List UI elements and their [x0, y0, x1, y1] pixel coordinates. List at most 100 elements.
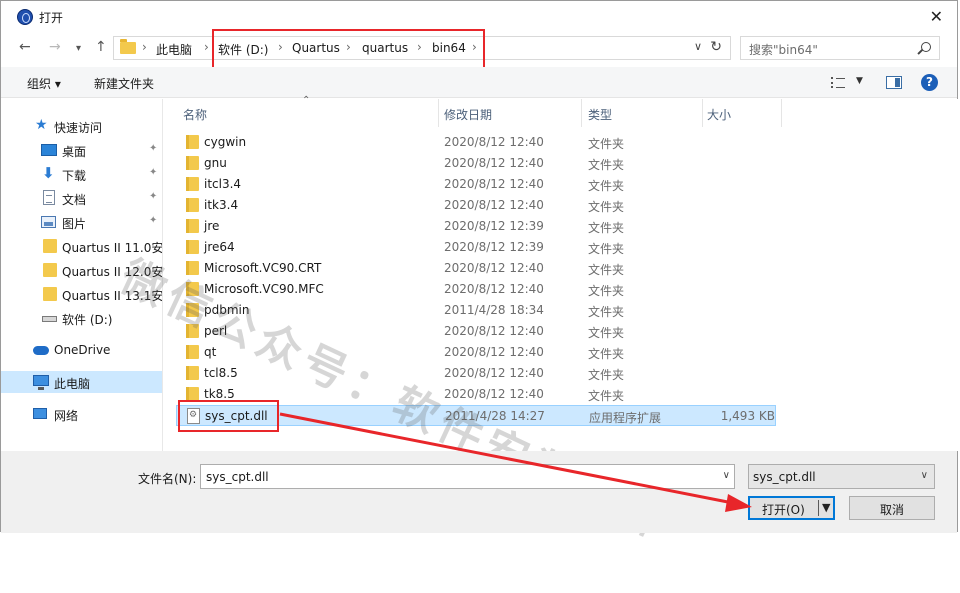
nav-item-drive-d[interactable]: 软件 (D:) — [1, 307, 162, 329]
nav-item-quick-access[interactable]: ★ 快速访问 — [1, 115, 162, 137]
nav-item-documents[interactable]: 文档 ✦ — [1, 187, 162, 209]
view-dropdown-icon[interactable]: ▼ — [856, 76, 863, 86]
file-type: 文件夹 — [588, 305, 625, 319]
pin-icon: ✦ — [149, 143, 158, 154]
nav-item-desktop[interactable]: 桌面 ✦ — [1, 139, 162, 161]
navigation-pane: ★ 快速访问 桌面 ✦ ⬇ 下载 ✦ 文档 ✦ 图片 ✦ Quartus II … — [1, 99, 163, 451]
search-placeholder: 搜索"bin64" — [749, 43, 818, 57]
table-row[interactable]: jre 2020/8/12 12:39 文件夹 — [176, 216, 776, 237]
organize-button[interactable]: 组织 ▾ — [27, 75, 61, 92]
star-icon: ★ — [35, 117, 48, 133]
folder-icon — [186, 156, 199, 170]
file-name: Microsoft.VC90.MFC — [204, 282, 324, 296]
app-icon — [17, 9, 33, 25]
recent-locations-chevron-icon[interactable]: ▾ — [76, 43, 81, 54]
column-header-name[interactable]: 名称 — [164, 99, 439, 127]
up-arrow-icon[interactable]: ↑ — [95, 39, 107, 55]
file-size: 1,493 KB — [720, 409, 775, 423]
folder-icon — [186, 282, 199, 296]
cancel-button[interactable]: 取消 — [849, 496, 935, 520]
window-title: 打开 — [39, 11, 64, 25]
table-row[interactable]: perl 2020/8/12 12:40 文件夹 — [176, 321, 776, 342]
table-row[interactable]: pdbmin 2011/4/28 18:34 文件夹 — [176, 300, 776, 321]
chevron-down-icon[interactable]: ∨ — [694, 40, 702, 53]
nav-item-downloads[interactable]: ⬇ 下载 ✦ — [1, 163, 162, 185]
chevron-down-icon[interactable]: ∨ — [723, 470, 730, 481]
file-name: cygwin — [204, 135, 247, 149]
open-file-dialog: 打开 ✕ ← → ▾ ↑ › 此电脑 › 软件 (D:) › Quartus ›… — [0, 0, 959, 551]
selected-file-annotation-box — [178, 400, 279, 432]
file-name: qt — [204, 345, 217, 359]
folder-icon — [186, 345, 199, 359]
command-toolbar: 组织 ▾ 新建文件夹 ▼ ? — [1, 67, 957, 98]
search-icon[interactable] — [921, 42, 931, 52]
file-date: 2011/4/28 14:27 — [445, 409, 545, 423]
column-label: 修改日期 — [444, 108, 493, 122]
file-type: 文件夹 — [588, 368, 625, 382]
pin-icon: ✦ — [149, 215, 158, 226]
nav-item-network[interactable]: 网络 — [1, 403, 162, 425]
folder-icon — [186, 177, 199, 191]
nav-label: 图片 — [62, 217, 87, 231]
file-date: 2020/8/12 12:40 — [444, 366, 544, 380]
column-separator[interactable] — [781, 99, 782, 127]
open-dropdown-icon[interactable]: ▼ — [822, 501, 830, 514]
nav-item-quartus-13[interactable]: Quartus II 13.1安装 — [1, 283, 162, 305]
table-row[interactable]: Microsoft.VC90.MFC 2020/8/12 12:40 文件夹 — [176, 279, 776, 300]
nav-label: Quartus II 12.0安装 — [62, 265, 162, 279]
back-arrow-icon[interactable]: ← — [19, 39, 31, 55]
table-row[interactable]: gnu 2020/8/12 12:40 文件夹 — [176, 153, 776, 174]
nav-item-this-pc[interactable]: 此电脑 — [1, 371, 162, 393]
column-header-size[interactable]: 大小 — [703, 99, 781, 127]
nav-label: 文档 — [62, 193, 87, 207]
table-row[interactable]: cygwin 2020/8/12 12:40 文件夹 — [176, 132, 776, 153]
chevron-down-icon[interactable]: ∨ — [921, 470, 928, 481]
desktop-icon — [41, 144, 57, 156]
table-row[interactable]: itk3.4 2020/8/12 12:40 文件夹 — [176, 195, 776, 216]
nav-label: 软件 (D:) — [62, 313, 113, 327]
file-date: 2020/8/12 12:40 — [444, 135, 544, 149]
view-options-icon[interactable] — [831, 77, 845, 88]
chevron-right-icon[interactable]: › — [142, 40, 147, 54]
filename-input[interactable]: sys_cpt.dll ∨ — [200, 464, 735, 489]
column-header-date[interactable]: 修改日期 — [439, 99, 582, 127]
nav-label: 桌面 — [62, 145, 87, 159]
help-icon[interactable]: ? — [921, 74, 938, 91]
table-row[interactable]: qt 2020/8/12 12:40 文件夹 — [176, 342, 776, 363]
chevron-right-icon[interactable]: › — [204, 40, 209, 54]
breadcrumb-this-pc[interactable]: 此电脑 — [156, 41, 192, 58]
nav-label: 快速访问 — [54, 121, 103, 135]
search-input[interactable]: 搜索"bin64" — [740, 36, 940, 60]
file-name: perl — [204, 324, 228, 338]
open-button-label: 打开(O) — [762, 503, 805, 517]
file-type: 文件夹 — [588, 158, 625, 172]
nav-item-pictures[interactable]: 图片 ✦ — [1, 211, 162, 233]
nav-label: Quartus II 11.0安装 — [62, 241, 162, 255]
nav-item-quartus-12[interactable]: Quartus II 12.0安装 — [1, 259, 162, 281]
table-row[interactable]: Microsoft.VC90.CRT 2020/8/12 12:40 文件夹 — [176, 258, 776, 279]
file-name: Microsoft.VC90.CRT — [204, 261, 322, 275]
open-button[interactable]: 打开(O) ▼ — [748, 496, 835, 520]
filetype-select[interactable]: sys_cpt.dll ∨ — [748, 464, 935, 489]
table-row[interactable]: tcl8.5 2020/8/12 12:40 文件夹 — [176, 363, 776, 384]
file-type: 文件夹 — [588, 221, 625, 235]
new-folder-button[interactable]: 新建文件夹 — [94, 75, 154, 92]
column-header-type[interactable]: 类型 — [582, 99, 702, 127]
forward-arrow-icon[interactable]: → — [49, 39, 61, 55]
cloud-icon — [33, 346, 49, 355]
nav-item-onedrive[interactable]: OneDrive — [1, 339, 162, 361]
document-icon — [43, 190, 55, 205]
close-icon[interactable]: ✕ — [930, 7, 943, 26]
nav-label: OneDrive — [54, 343, 111, 357]
file-type: 文件夹 — [588, 389, 625, 403]
file-name: tcl8.5 — [204, 366, 238, 380]
refresh-icon[interactable]: ↻ — [710, 39, 722, 55]
nav-label: 网络 — [54, 409, 79, 423]
filename-label: 文件名(N): — [138, 472, 197, 486]
folder-icon — [186, 324, 199, 338]
table-row[interactable]: itcl3.4 2020/8/12 12:40 文件夹 — [176, 174, 776, 195]
preview-pane-icon[interactable] — [886, 76, 902, 89]
table-row[interactable]: jre64 2020/8/12 12:39 文件夹 — [176, 237, 776, 258]
nav-item-quartus-11[interactable]: Quartus II 11.0安装 — [1, 235, 162, 257]
download-icon: ⬇ — [42, 164, 55, 182]
